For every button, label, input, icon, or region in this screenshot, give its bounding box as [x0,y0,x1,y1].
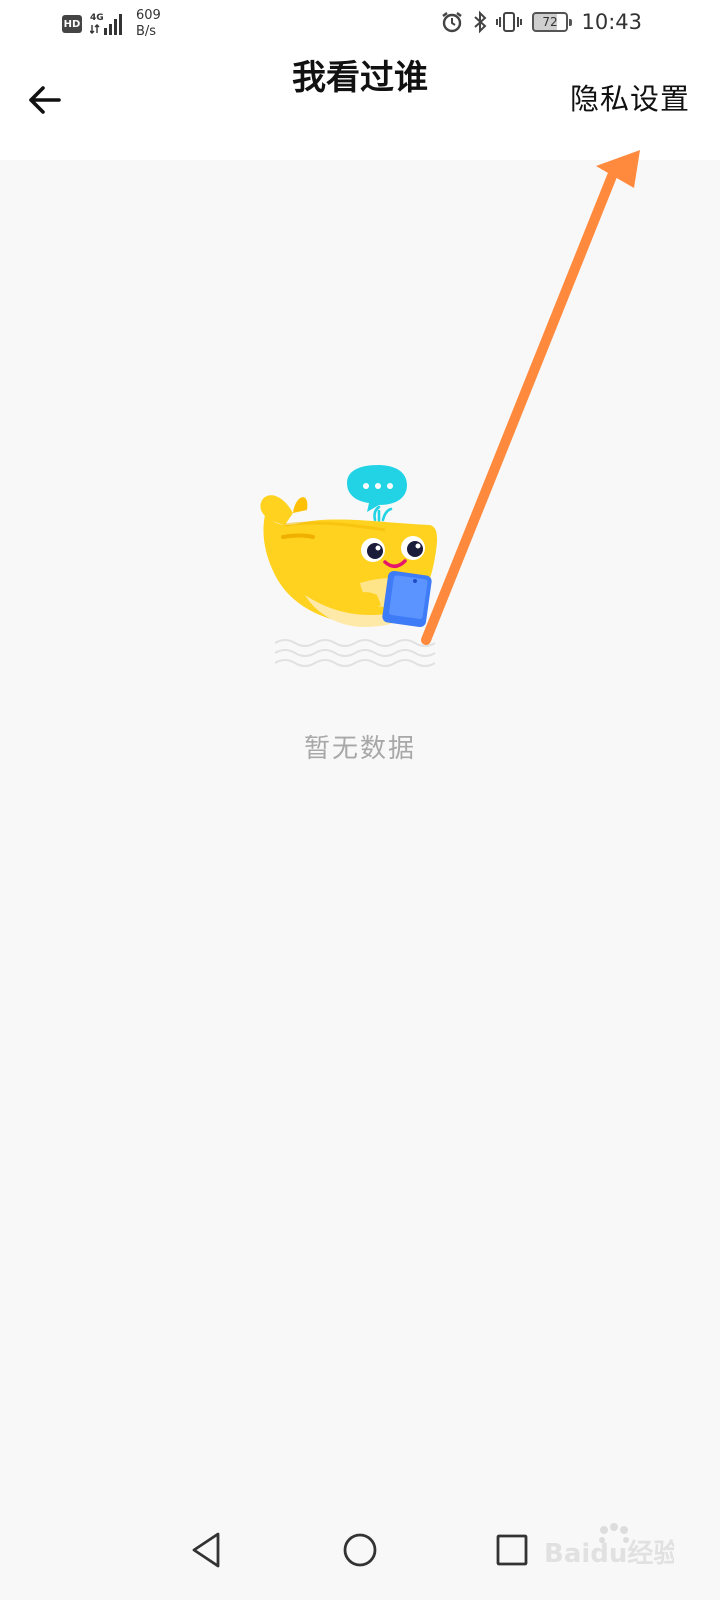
phone-icon [382,570,432,628]
square-recent-icon [496,1534,528,1566]
alarm-icon [442,12,462,33]
arrow-left-icon [29,86,61,114]
baidu-jingyan-watermark: Baidu经验 [544,1523,674,1569]
hd-badge: HD [62,15,82,33]
circle-home-icon [343,1533,377,1567]
triangle-back-icon [192,1532,220,1568]
status-left: HD 4G 609 B/s [62,8,161,40]
status-right: 72 [432,10,572,34]
speed-value: 609 [136,8,161,23]
privacy-settings-link[interactable]: 隐私设置 [570,76,690,118]
svg-text:4G: 4G [90,13,104,23]
battery-level: 72 [542,15,558,29]
system-nav-bar: Baidu经验 [0,1500,720,1600]
network-speed: 609 B/s [136,8,161,40]
status-bar: HD 4G 609 B/s 72 10:43 [0,0,720,50]
nav-back-button[interactable] [178,1522,234,1578]
svg-text:Baidu经验: Baidu经验 [544,1538,674,1569]
battery-indicator: 72 [532,12,572,32]
whale-mascot-illustration [260,465,438,667]
nav-home-button[interactable] [332,1522,388,1578]
app-header: 我看过谁 隐私设置 [0,50,720,160]
bluetooth-icon [474,10,487,34]
speed-unit: B/s [136,24,157,39]
main-content: 暂无数据 [0,160,720,1500]
vibrate-icon [496,12,522,32]
clock: 10:43 [581,10,642,34]
back-button[interactable] [24,80,64,120]
nav-recent-button[interactable] [484,1522,540,1578]
empty-state-text: 暂无数据 [303,734,416,764]
signal-4g-icon: 4G [90,13,122,35]
chat-bubble-icon [347,465,407,512]
